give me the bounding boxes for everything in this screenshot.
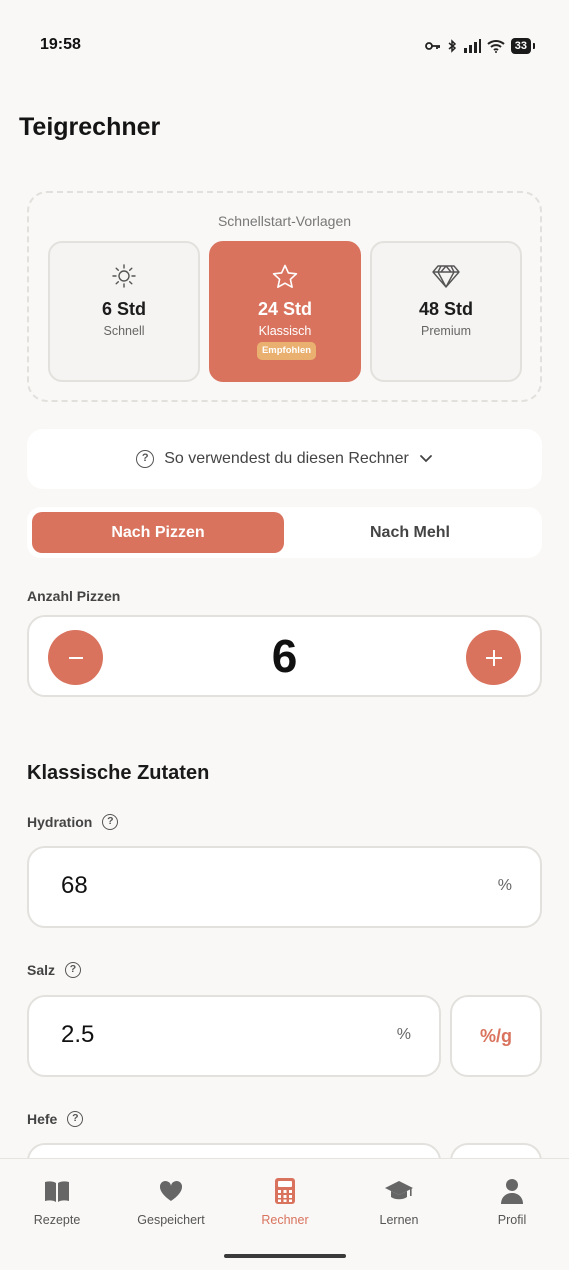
increment-button[interactable]: [466, 630, 521, 685]
book-icon: [0, 1177, 114, 1205]
pizza-count-value: 6: [271, 630, 298, 682]
preset-time: 6 Std: [101, 299, 146, 319]
nav-item-profile[interactable]: Profil: [455, 1177, 569, 1227]
nav-item-calculator[interactable]: Rechner: [228, 1177, 342, 1227]
preset-6h[interactable]: 6 Std Schnell: [48, 241, 200, 382]
star-icon: [211, 263, 359, 291]
calculator-icon: [228, 1177, 342, 1205]
help-icon[interactable]: ?: [102, 814, 119, 830]
heart-icon: [114, 1177, 228, 1205]
status-time: 19:58: [40, 36, 81, 53]
howto-expander[interactable]: ? So verwendest du diesen Rechner: [27, 429, 542, 489]
pizza-count-stepper: 6: [27, 615, 542, 697]
wifi-icon: [487, 40, 505, 53]
tab-by-flour[interactable]: Nach Mehl: [284, 512, 536, 553]
help-icon[interactable]: ?: [65, 962, 82, 978]
pizza-count-label: Anzahl Pizzen: [27, 588, 120, 604]
plus-icon: [485, 649, 502, 666]
preset-24h[interactable]: 24 Std Klassisch Empfohlen: [209, 241, 361, 382]
graduation-cap-icon: [342, 1177, 456, 1205]
salt-value: 2.5: [61, 1021, 95, 1048]
preset-name: Schnell: [103, 324, 145, 338]
key-icon: [424, 42, 440, 50]
page-title: Teigrechner: [19, 113, 161, 141]
battery-indicator: 33: [510, 38, 536, 54]
preset-templates: Schnellstart-Vorlagen 6 Std Schnell 24 S…: [27, 191, 542, 402]
help-icon: ?: [136, 450, 155, 468]
preset-time: 48 Std: [418, 299, 474, 319]
salt-label: Salz ?: [27, 962, 82, 978]
yeast-label: Hefe ?: [27, 1111, 84, 1127]
tab-by-pizzas[interactable]: Nach Pizzen: [32, 512, 284, 553]
calc-mode-toggle: Nach Pizzen Nach Mehl: [27, 507, 542, 558]
person-icon: [455, 1177, 569, 1205]
presets-title: Schnellstart-Vorlagen: [217, 213, 352, 229]
preset-time: 24 Std: [257, 299, 313, 319]
status-bar: 19:58 33: [0, 0, 569, 90]
signal-icon: [463, 39, 481, 53]
salt-unit-toggle[interactable]: %/g: [450, 995, 542, 1077]
hydration-value: 68: [61, 872, 88, 899]
pizza-count-label-text: Anzahl Pizzen: [27, 588, 121, 604]
nav-label: Lernen: [379, 1213, 419, 1227]
preset-name: Klassisch: [258, 324, 312, 338]
nav-label: Gespeichert: [137, 1213, 205, 1227]
salt-unit: %: [396, 1026, 411, 1043]
hydration-input[interactable]: 68 %: [27, 846, 542, 928]
section-title: Klassische Zutaten: [27, 762, 210, 784]
nav-item-saved[interactable]: Gespeichert: [114, 1177, 228, 1227]
nav-label: Profil: [497, 1213, 527, 1227]
yeast-label-text: Hefe: [27, 1111, 58, 1127]
home-indicator: [224, 1254, 346, 1258]
salt-input[interactable]: 2.5 %: [27, 995, 441, 1077]
nav-label: Rezepte: [33, 1213, 81, 1227]
chevron-down-icon: [419, 455, 432, 463]
nav-item-learn[interactable]: Lernen: [342, 1177, 456, 1227]
status-icons: 33: [424, 36, 536, 56]
help-icon[interactable]: ?: [67, 1111, 84, 1127]
hydration-label: Hydration ?: [27, 814, 119, 830]
preset-48h[interactable]: 48 Std Premium: [370, 241, 522, 382]
bluetooth-icon: [448, 39, 456, 53]
hydration-label-text: Hydration: [27, 814, 93, 830]
diamond-icon: [372, 263, 520, 291]
hydration-unit: %: [497, 877, 512, 894]
nav-item-recipes[interactable]: Rezepte: [0, 1177, 114, 1227]
sun-icon: [50, 263, 198, 291]
nav-label: Rechner: [261, 1213, 309, 1227]
preset-name: Premium: [420, 324, 471, 338]
salt-label-text: Salz: [27, 962, 56, 978]
recommended-badge: Empfohlen: [257, 342, 316, 360]
howto-label: So verwendest du diesen Rechner: [164, 450, 409, 467]
